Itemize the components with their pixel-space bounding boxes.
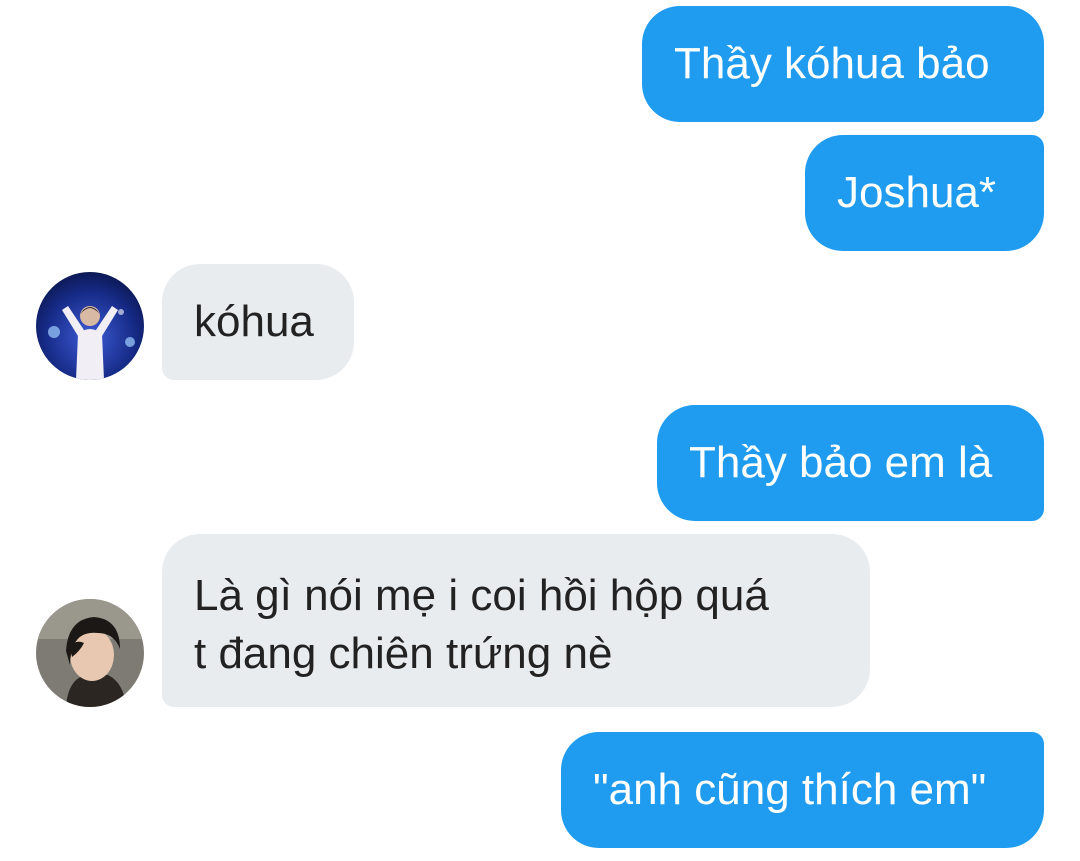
contact-avatar[interactable] — [36, 272, 144, 380]
message-text: Joshua* — [837, 168, 997, 217]
avatar-1-image — [36, 272, 144, 380]
contact-avatar[interactable] — [36, 599, 144, 707]
avatar-2-image — [36, 599, 144, 707]
outgoing-message-bubble[interactable]: Joshua* — [805, 135, 1044, 251]
message-text: kóhua — [194, 297, 314, 346]
message-text-line: t đang chiên trứng nè — [194, 629, 613, 678]
chat-thread: Thầy kóhua bảo Joshua* kóhua Thầy bảo em… — [0, 0, 1080, 861]
outgoing-message-bubble[interactable]: Thầy bảo em là — [657, 405, 1044, 521]
outgoing-message-bubble[interactable]: Thầy kóhua bảo — [642, 6, 1044, 122]
incoming-message-bubble[interactable]: kóhua — [162, 264, 354, 380]
message-text-line: Là gì nói mẹ i coi hồi hộp quá — [194, 571, 769, 620]
outgoing-message-bubble[interactable]: "anh cũng thích em" — [561, 732, 1044, 848]
message-text: Thầy bảo em là — [689, 438, 993, 487]
message-text: "anh cũng thích em" — [593, 765, 987, 814]
incoming-message-bubble[interactable]: Là gì nói mẹ i coi hồi hộp quá t đang ch… — [162, 534, 870, 707]
message-text: Thầy kóhua bảo — [674, 39, 990, 88]
